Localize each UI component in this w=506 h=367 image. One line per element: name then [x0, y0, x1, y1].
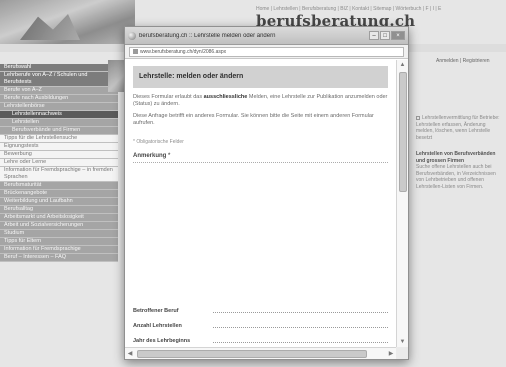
intro-text-2: Diese Anfrage betrifft ein anderes Formu…: [133, 113, 374, 126]
sidebar-item[interactable]: Lehrstellennachweis: [0, 111, 118, 119]
form-title: Lehrstelle: melden oder ändern: [133, 66, 388, 88]
close-button[interactable]: ×: [391, 31, 405, 40]
right-panel-checkbox-text[interactable]: Lehrstellenvermittlung für Betriebe: Leh…: [416, 115, 500, 141]
sidebar-item[interactable]: Berufe von A–Z: [0, 87, 118, 95]
field-label: Jahr des Lehrbeginns: [133, 338, 191, 344]
vertical-scrollbar[interactable]: ▲ ▼: [396, 60, 408, 347]
checkbox-icon[interactable]: [416, 115, 420, 120]
sidebar-item[interactable]: Berufe nach Ausbildungen: [0, 95, 118, 103]
url-text: www.berufsberatung.ch/dyn/2086.aspx: [140, 48, 227, 55]
remark-label: Anmerkung *: [133, 153, 171, 159]
url-field[interactable]: www.berufsberatung.ch/dyn/2086.aspx: [129, 46, 404, 57]
sidebar-item[interactable]: Lehre oder Lerne: [0, 159, 118, 167]
sidebar-item[interactable]: Studium: [0, 230, 118, 238]
scroll-thumb-horizontal[interactable]: [137, 350, 367, 358]
sidebar-item[interactable]: Eignungstests: [0, 143, 118, 151]
sidebar-item[interactable]: Weiterbildung und Laufbahn: [0, 198, 118, 206]
auth-links[interactable]: Anmelden | Registrieren: [436, 58, 490, 64]
sidebar-item[interactable]: Berufsalltag: [0, 206, 118, 214]
scroll-right-icon[interactable]: ▶: [386, 348, 396, 360]
maximize-button[interactable]: □: [380, 31, 390, 40]
sidebar-item[interactable]: Information für Fremdsprachige: [0, 246, 118, 254]
sidebar-item[interactable]: Lehrberufe von A–Z / Schulen und Berufst…: [0, 72, 118, 87]
form-fields: Betroffener Beruf Anzahl Lehrstellen Jahr …: [133, 308, 388, 347]
field-input[interactable]: [213, 327, 388, 328]
popup-content: Lehrstelle: melden oder ändern Dieses Fo…: [125, 60, 396, 347]
intro-bold: ausschliessliche: [203, 94, 248, 100]
scroll-left-icon[interactable]: ◀: [125, 348, 135, 360]
required-note: * Obligatorische Felder: [133, 139, 184, 145]
right-panel-heading: Lehrstellen von Berufsverbänden und gros…: [416, 151, 496, 164]
resize-grip[interactable]: [396, 347, 408, 359]
horizontal-scrollbar[interactable]: ◀ ▶: [125, 347, 396, 359]
field-label: Anzahl Lehrstellen: [133, 323, 182, 329]
page-icon: [133, 48, 138, 54]
sidebar-item[interactable]: Tipps für Eltern: [0, 238, 118, 246]
sidebar-item[interactable]: Arbeitsmarkt und Arbeitslosigkeit: [0, 214, 118, 222]
scroll-down-icon[interactable]: ▼: [397, 337, 408, 347]
form-row: Betroffener Beruf: [133, 308, 388, 315]
scroll-up-icon[interactable]: ▲: [397, 60, 408, 70]
popup-titlebar[interactable]: berufsberatung.ch :: Lehrstelle melden o…: [125, 27, 408, 45]
sidebar-item[interactable]: Brückenangebote: [0, 190, 118, 198]
minimize-button[interactable]: –: [369, 31, 379, 40]
right-panel-text: Suche offene Lehrstellen auch bei Berufs…: [416, 164, 496, 190]
sidebar-item[interactable]: Lehrstellen: [0, 119, 118, 127]
field-input[interactable]: [213, 312, 388, 313]
browser-icon: [128, 31, 136, 40]
field-label: Betroffener Beruf: [133, 308, 179, 314]
form-row: Anzahl Lehrstellen: [133, 323, 388, 330]
sidebar-item[interactable]: Information für Fremdsprachige – in frem…: [0, 167, 118, 182]
sidebar-item[interactable]: Beruf – Interessen – FAQ: [0, 254, 118, 262]
sidebar-item[interactable]: Berufsverbände und Firmen: [0, 127, 118, 135]
remark-textarea[interactable]: [133, 162, 388, 300]
right-panel: Lehrstellenvermittlung für Betriebe: Leh…: [416, 115, 502, 190]
sidebar-item[interactable]: Berufsmaturität: [0, 182, 118, 190]
header-image: [0, 0, 135, 44]
sidebar-item[interactable]: Lehrstellenbörse: [0, 103, 118, 111]
intro-text: Dieses Formular erlaubt das ausschliessl…: [133, 94, 388, 107]
popup-title: berufsberatung.ch :: Lehrstelle melden o…: [139, 32, 276, 39]
scroll-thumb[interactable]: [399, 72, 407, 192]
sidebar-item[interactable]: Arbeit und Sozialversicherungen: [0, 222, 118, 230]
form-row: Jahr des Lehrbeginns: [133, 338, 388, 345]
popup-window: berufsberatung.ch :: Lehrstelle melden o…: [124, 26, 409, 360]
address-bar: www.berufsberatung.ch/dyn/2086.aspx: [125, 45, 408, 59]
right-panel-checkbox-item[interactable]: Lehrstellenvermittlung für Betriebe: Leh…: [416, 115, 502, 141]
field-input[interactable]: [213, 342, 388, 343]
sidebar-nav: Berufswahl Lehrberufe von A–Z / Schulen u…: [0, 64, 118, 262]
sidebar-item[interactable]: Berufswahl: [0, 64, 118, 72]
sidebar-item[interactable]: Bewerbung: [0, 151, 118, 159]
sidebar-item[interactable]: Tipps für die Lehrstellensuche: [0, 135, 118, 143]
